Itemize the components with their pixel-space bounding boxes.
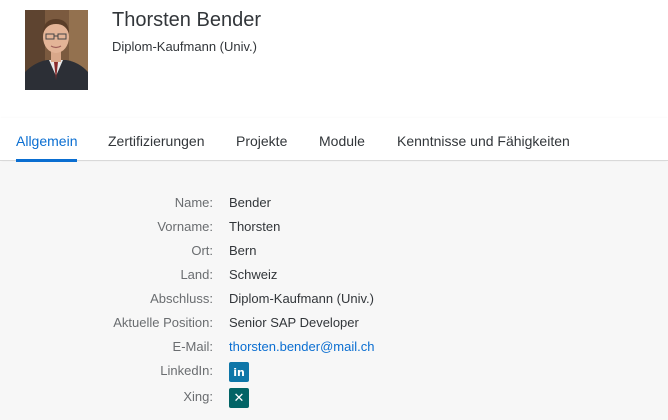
tab-kenntnisse[interactable]: Kenntnisse und Fähigkeiten	[397, 118, 570, 161]
tab-allgemein[interactable]: Allgemein	[16, 118, 78, 162]
vorname-value: Thorsten	[229, 219, 281, 234]
profile-header: Thorsten Bender Diplom-Kaufmann (Univ.)	[0, 0, 668, 118]
vorname-label: Vorname:	[157, 219, 213, 234]
detail-row-email: E-Mail: thorsten.bender@mail.ch	[0, 339, 668, 359]
ort-value: Bern	[229, 243, 257, 258]
detail-row-abschluss: Abschluss: Diplom-Kaufmann (Univ.)	[0, 291, 668, 311]
tab-module[interactable]: Module	[319, 118, 365, 161]
land-label: Land:	[180, 267, 213, 282]
tab-zertifizierungen[interactable]: Zertifizierungen	[108, 118, 205, 161]
profile-name: Thorsten Bender	[112, 9, 261, 31]
detail-row-linkedin: LinkedIn: in	[0, 362, 668, 383]
position-label: Aktuelle Position:	[113, 315, 213, 330]
detail-row-vorname: Vorname: Thorsten	[0, 219, 668, 239]
ort-label: Ort:	[191, 243, 213, 258]
name-value: Bender	[229, 195, 271, 210]
xing-label: Xing:	[183, 389, 213, 404]
email-label: E-Mail:	[172, 339, 213, 354]
tab-bar: Allgemein Zertifizierungen Projekte Modu…	[0, 118, 668, 162]
position-value: Senior SAP Developer	[229, 315, 359, 330]
details-panel: Name: Bender Vorname: Thorsten Ort: Bern…	[0, 162, 668, 420]
email-link[interactable]: thorsten.bender@mail.ch	[229, 339, 374, 354]
detail-row-xing: Xing: ✕	[0, 388, 668, 409]
tab-projekte[interactable]: Projekte	[236, 118, 287, 161]
detail-row-name: Name: Bender	[0, 195, 668, 215]
avatar	[25, 10, 88, 90]
detail-row-land: Land: Schweiz	[0, 267, 668, 287]
detail-row-ort: Ort: Bern	[0, 243, 668, 263]
abschluss-label: Abschluss:	[150, 291, 213, 306]
land-value: Schweiz	[229, 267, 278, 282]
name-label: Name:	[174, 195, 213, 210]
linkedin-label: LinkedIn:	[160, 363, 213, 378]
profile-subtitle: Diplom-Kaufmann (Univ.)	[112, 39, 257, 54]
linkedin-icon[interactable]: in	[229, 362, 249, 382]
detail-row-position: Aktuelle Position: Senior SAP Developer	[0, 315, 668, 335]
abschluss-value: Diplom-Kaufmann (Univ.)	[229, 291, 374, 306]
xing-icon[interactable]: ✕	[229, 388, 249, 408]
